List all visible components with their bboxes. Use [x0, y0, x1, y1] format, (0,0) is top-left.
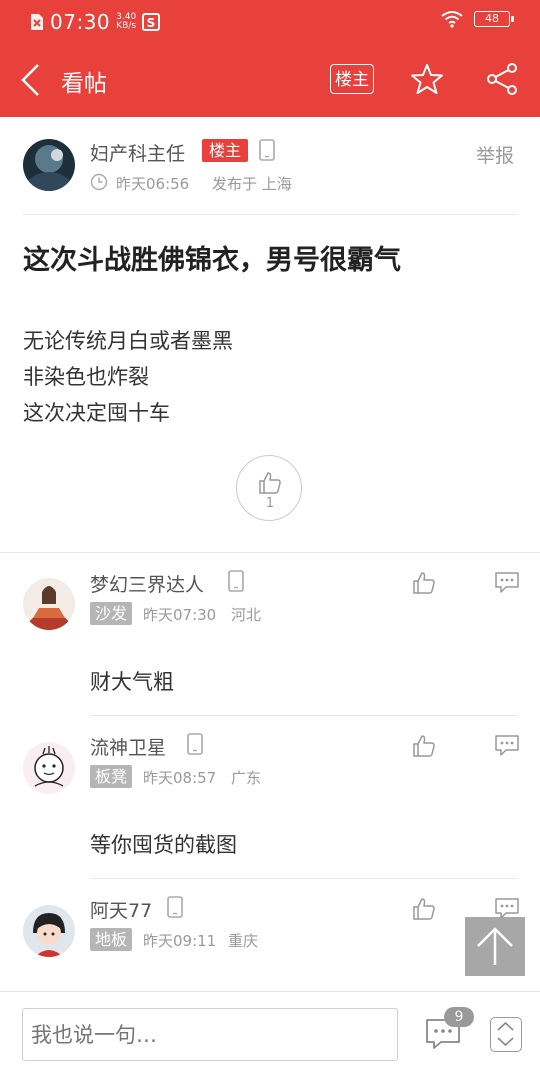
app-notification-icon: S — [142, 13, 161, 31]
post-body-line: 这次决定囤十车 — [23, 401, 170, 425]
mobile-icon — [187, 733, 203, 755]
up-down-icon — [497, 1021, 514, 1047]
reply-time: 昨天07:30 — [143, 606, 217, 624]
clock-icon — [90, 173, 108, 191]
reply-avatar[interactable] — [23, 578, 75, 630]
thumb-up-icon — [259, 472, 281, 494]
mobile-icon — [228, 570, 244, 592]
reply-location: 广东 — [231, 769, 262, 787]
reply-content: 财大气粗 — [90, 670, 174, 694]
thumb-up-icon[interactable] — [412, 734, 436, 758]
author-name[interactable]: 妇产科主任 — [90, 139, 185, 166]
bottom-bar: 9 — [0, 991, 540, 1078]
star-icon[interactable] — [410, 62, 444, 96]
post-body-line: 无论传统月白或者墨黑 — [23, 329, 233, 353]
scroll-to-top-button[interactable] — [465, 917, 525, 976]
reply-avatar[interactable] — [23, 742, 75, 794]
divider — [23, 214, 518, 215]
battery-indicator: 48 — [474, 11, 514, 27]
nav-bar: 看帖 楼主 — [0, 42, 540, 117]
report-button[interactable]: 举报 — [476, 141, 514, 168]
arrow-up-icon — [477, 927, 513, 965]
reply-author[interactable]: 梦幻三界达人 — [90, 570, 204, 597]
reply-content: 等你囤货的截图 — [90, 833, 237, 857]
floor-tag: 地板 — [90, 928, 133, 951]
section-divider — [0, 552, 540, 553]
network-speed: 3.40 KB/s — [116, 12, 137, 31]
divider — [90, 878, 518, 879]
author-avatar[interactable] — [23, 139, 75, 191]
floor-tag: 板凳 — [90, 765, 133, 788]
thumb-up-icon[interactable] — [412, 571, 436, 595]
floor-navigation-button[interactable] — [490, 1017, 522, 1052]
op-tag: 楼主 — [202, 139, 249, 162]
comment-icon[interactable] — [494, 571, 520, 595]
sim-error-icon — [31, 14, 43, 30]
reply-author[interactable]: 阿天77 — [90, 896, 152, 923]
reply-input[interactable] — [22, 1008, 398, 1061]
reply-location: 河北 — [231, 606, 262, 624]
svg-text:S: S — [147, 16, 156, 30]
floor-tag: 沙发 — [90, 602, 133, 625]
like-button[interactable]: 1 — [236, 455, 302, 521]
post-body-line: 非染色也炸裂 — [23, 365, 149, 389]
post-title: 这次斗战胜佛锦衣，男号很霸气 — [23, 245, 401, 276]
divider — [90, 715, 518, 716]
reply-time: 昨天08:57 — [143, 769, 217, 787]
post-time: 昨天06:56 — [116, 175, 190, 193]
reply-avatar[interactable] — [23, 905, 75, 957]
reply-time: 昨天09:11 — [143, 932, 217, 950]
back-icon[interactable] — [18, 62, 48, 98]
status-bar: 07:30 3.40 KB/s S 48 — [0, 0, 540, 42]
comment-icon[interactable] — [494, 734, 520, 758]
post-location: 发布于 上海 — [212, 175, 292, 193]
like-count: 1 — [265, 496, 275, 511]
comment-count-badge: 9 — [444, 1007, 474, 1027]
status-time: 07:30 — [50, 10, 111, 34]
wifi-icon — [441, 11, 463, 28]
mobile-icon — [259, 139, 275, 161]
share-icon[interactable] — [485, 62, 519, 96]
reply-author[interactable]: 流神卫星 — [90, 733, 166, 760]
page-title: 看帖 — [61, 71, 107, 97]
only-op-button[interactable]: 楼主 — [330, 64, 374, 94]
mobile-icon — [167, 896, 183, 918]
reply-location: 重庆 — [228, 932, 259, 950]
thumb-up-icon[interactable] — [412, 897, 436, 921]
